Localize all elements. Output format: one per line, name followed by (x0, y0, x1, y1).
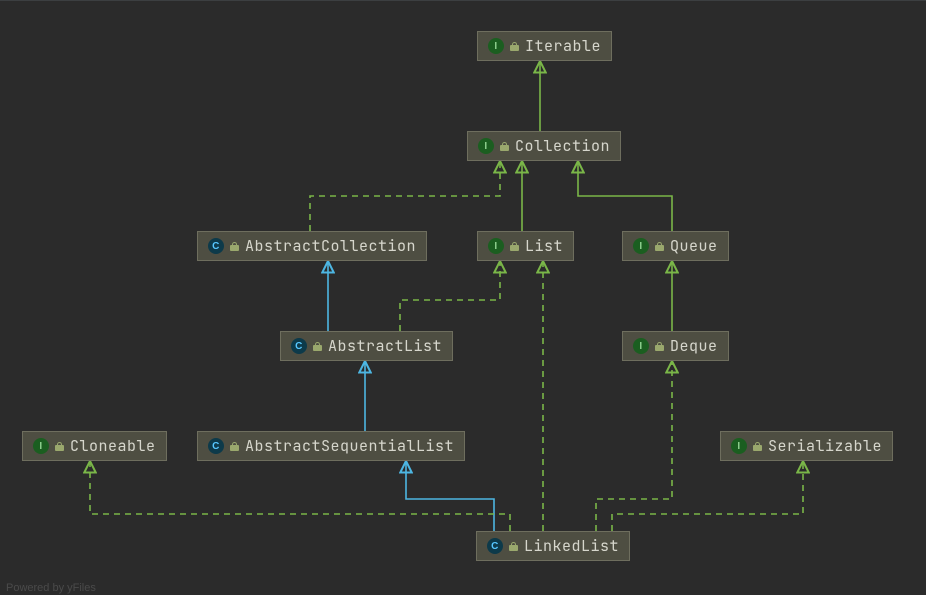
interface-icon: I (488, 238, 504, 254)
node-cloneable[interactable]: I Cloneable (22, 431, 167, 461)
edge-linkedList-to-abstractSequentialList (406, 461, 494, 531)
node-label: Iterable (525, 36, 601, 56)
edge-linkedList-to-serializable (612, 461, 803, 531)
lock-icon (509, 542, 518, 551)
diagram-canvas: I Iterable I Collection C AbstractCollec… (0, 0, 926, 595)
node-label: AbstractList (328, 336, 442, 356)
node-label: List (525, 236, 563, 256)
edge-queue-to-collection (578, 161, 672, 231)
powered-by-label: Powered by yFiles (6, 582, 96, 594)
edge-linkedList-to-deque (596, 361, 672, 531)
node-label: AbstractCollection (245, 236, 416, 256)
node-serializable[interactable]: I Serializable (720, 431, 893, 461)
node-label: Serializable (768, 436, 882, 456)
lock-icon (655, 242, 664, 251)
node-label: Cloneable (70, 436, 156, 456)
class-icon: C (487, 538, 503, 554)
lock-icon (230, 242, 239, 251)
node-label: AbstractSequentialList (245, 436, 454, 456)
edge-abstractList-to-list (400, 261, 500, 331)
class-icon: C (208, 438, 224, 454)
lock-icon (230, 442, 239, 451)
node-label: Deque (670, 336, 718, 356)
node-iterable[interactable]: I Iterable (477, 31, 612, 61)
interface-icon: I (633, 338, 649, 354)
edge-linkedList-to-cloneable (90, 461, 510, 531)
lock-icon (55, 442, 64, 451)
lock-icon (655, 342, 664, 351)
class-icon: C (291, 338, 307, 354)
lock-icon (313, 342, 322, 351)
node-list[interactable]: I List (477, 231, 574, 261)
node-deque[interactable]: I Deque (622, 331, 729, 361)
node-collection[interactable]: I Collection (467, 131, 621, 161)
interface-icon: I (633, 238, 649, 254)
edges-layer (0, 1, 926, 595)
lock-icon (753, 442, 762, 451)
lock-icon (510, 242, 519, 251)
interface-icon: I (488, 38, 504, 54)
node-label: Collection (515, 136, 610, 156)
node-abstract-list[interactable]: C AbstractList (280, 331, 453, 361)
lock-icon (510, 42, 519, 51)
node-queue[interactable]: I Queue (622, 231, 729, 261)
node-label: LinkedList (524, 536, 619, 556)
node-abstract-collection[interactable]: C AbstractCollection (197, 231, 427, 261)
node-label: Queue (670, 236, 718, 256)
node-abstract-sequential-list[interactable]: C AbstractSequentialList (197, 431, 465, 461)
interface-icon: I (731, 438, 747, 454)
interface-icon: I (33, 438, 49, 454)
interface-icon: I (478, 138, 494, 154)
lock-icon (500, 142, 509, 151)
node-linked-list[interactable]: C LinkedList (476, 531, 630, 561)
class-icon: C (208, 238, 224, 254)
edge-abstractCollection-to-collection (310, 161, 500, 231)
